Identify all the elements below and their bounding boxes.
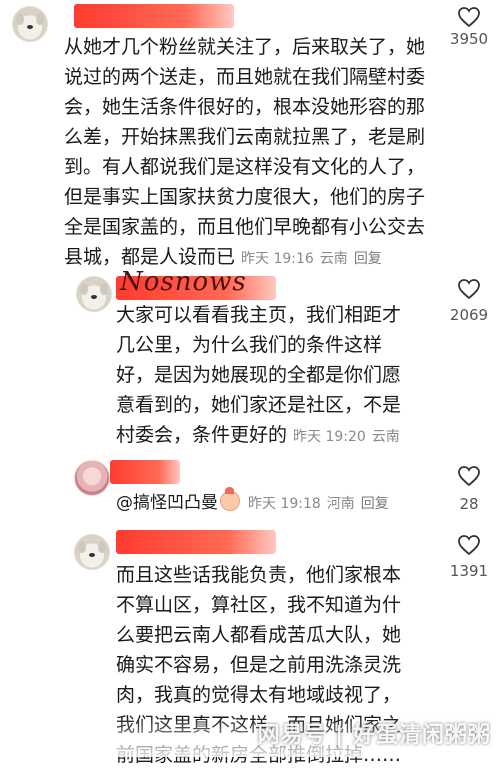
- heart-outline-icon: [458, 466, 480, 487]
- comment-text: 从她才几个粉丝就关注了，后来取关了，她说过的两个送走，而且她就在我们隔壁村委会，…: [64, 36, 426, 268]
- username[interactable]: Nosnows: [120, 267, 247, 297]
- reply-button[interactable]: 回复: [361, 496, 389, 512]
- avatar[interactable]: [76, 276, 112, 312]
- like-count: 1391: [449, 562, 489, 580]
- heart-outline-icon: [458, 535, 480, 556]
- like-button[interactable]: 2069: [424, 278, 499, 324]
- heart-outline-icon: [458, 7, 480, 28]
- watermark: 网易号 | 好蛋清闲粥粥: [257, 723, 491, 748]
- comment-meta: 昨天 19:18 河南 回复: [248, 496, 389, 512]
- username-redaction: [74, 4, 234, 28]
- username-redaction: [110, 460, 180, 484]
- comment-meta: 昨天 19:16 云南 回复: [241, 251, 382, 267]
- like-count: 2069: [449, 306, 489, 324]
- like-button[interactable]: 28: [424, 465, 499, 513]
- avatar[interactable]: [74, 534, 110, 570]
- username-redaction: [116, 530, 276, 554]
- like-count: 3950: [449, 30, 489, 48]
- like-button[interactable]: 1391: [424, 534, 499, 580]
- comment-text: 大家可以看看我主页，我们相距才几公里，为什么我们的条件这样好，是因为她展现的全都…: [116, 300, 416, 484]
- emoji-icon: [220, 487, 240, 511]
- heart-outline-icon: [458, 279, 480, 300]
- like-count: 28: [459, 495, 479, 513]
- avatar[interactable]: [12, 6, 48, 42]
- avatar[interactable]: [74, 460, 110, 496]
- comment-text: @搞怪凹凸曼 昨天 19:18 河南 回复: [116, 487, 416, 519]
- mention-link[interactable]: @搞怪凹凸曼: [116, 493, 218, 513]
- like-button[interactable]: 3950: [424, 6, 499, 48]
- reply-button[interactable]: 回复: [354, 251, 382, 267]
